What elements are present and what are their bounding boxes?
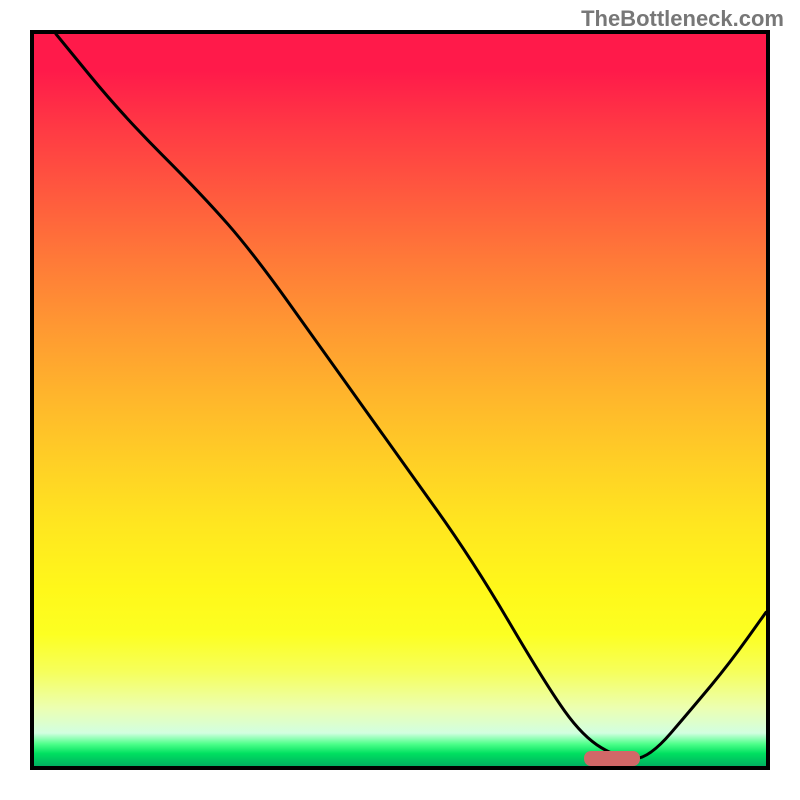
plot-area — [30, 30, 770, 770]
watermark-text: TheBottleneck.com — [581, 6, 784, 32]
optimal-point-marker — [584, 751, 640, 766]
bottleneck-curve — [56, 34, 766, 759]
chart-container: TheBottleneck.com — [0, 0, 800, 800]
curve-svg — [34, 34, 766, 766]
